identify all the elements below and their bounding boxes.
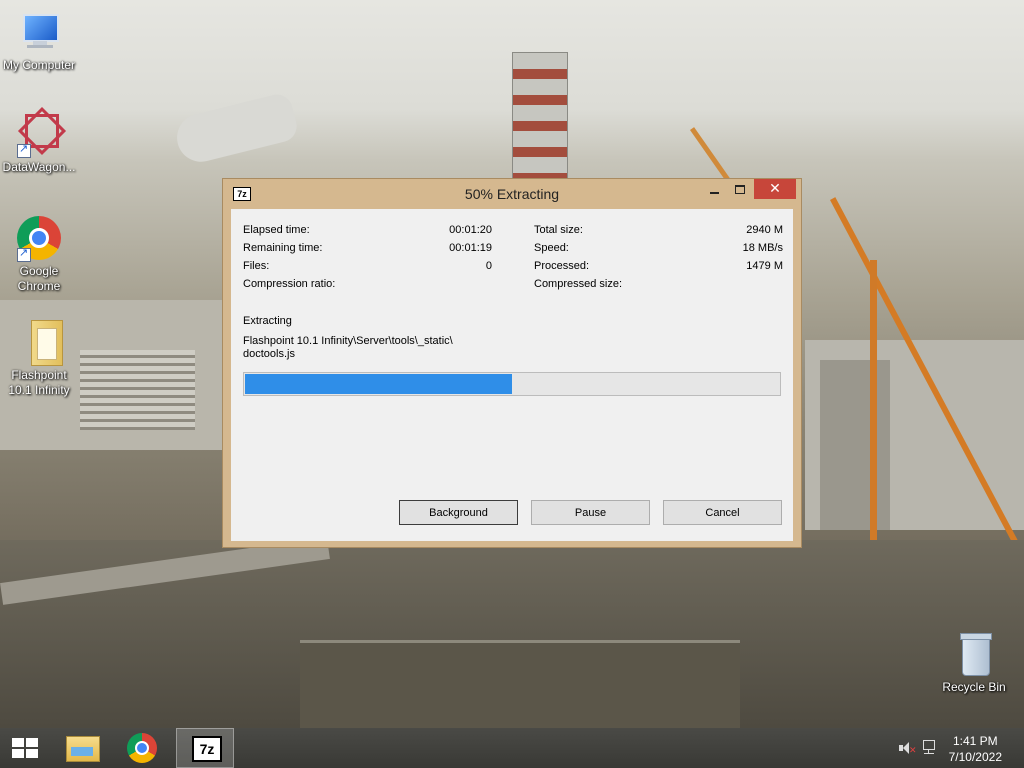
close-icon: ✕ bbox=[769, 180, 781, 196]
start-button[interactable] bbox=[0, 728, 50, 768]
7zip-icon: 7z bbox=[192, 736, 222, 762]
desktop-icon-label: Google Chrome bbox=[17, 264, 61, 293]
computer-icon bbox=[15, 8, 63, 56]
taskbar-chrome[interactable] bbox=[118, 728, 168, 768]
current-file-name: doctools.js bbox=[243, 348, 295, 360]
processed-value: 1479 M bbox=[746, 260, 783, 272]
recycle-bin-icon bbox=[950, 630, 998, 678]
desktop-icon-label: Flashpoint 10.1 Infinity bbox=[8, 368, 70, 397]
tray-volume[interactable]: ✕ bbox=[896, 728, 917, 768]
taskbar: 7z ✕ 1:41 PM 7/10/2022 bbox=[0, 728, 1024, 768]
maximize-button[interactable] bbox=[727, 179, 753, 199]
maximize-icon bbox=[735, 185, 745, 195]
processed-label: Processed: bbox=[534, 260, 590, 272]
desktop-icon-label: My Computer bbox=[2, 58, 76, 72]
network-icon bbox=[923, 740, 937, 754]
file-explorer-icon bbox=[66, 736, 100, 762]
extraction-progress-bar bbox=[243, 372, 781, 396]
desktop-icon-recycle-bin[interactable]: Recycle Bin bbox=[936, 630, 1012, 695]
chimney-tower bbox=[512, 52, 568, 184]
remaining-time-value: 00:01:19 bbox=[449, 242, 492, 254]
desktop-icon-label: Recycle Bin bbox=[942, 680, 1006, 694]
chrome-icon bbox=[15, 214, 63, 262]
total-size-value: 2940 M bbox=[746, 224, 783, 236]
taskbar-7zip[interactable]: 7z bbox=[176, 728, 234, 768]
dialog-body: Elapsed time: 00:01:20 Remaining time: 0… bbox=[231, 209, 793, 541]
desktop-icon-label: DataWagon... bbox=[2, 160, 76, 174]
remaining-time-label: Remaining time: bbox=[243, 242, 323, 254]
chrome-icon bbox=[127, 733, 157, 763]
clock-date: 7/10/2022 bbox=[948, 750, 1002, 764]
files-label: Files: bbox=[243, 260, 270, 272]
elapsed-time-value: 00:01:20 bbox=[449, 224, 492, 236]
building-windows bbox=[80, 350, 195, 430]
dialog-titlebar[interactable]: 7z 50% Extracting ✕ bbox=[223, 179, 801, 208]
desktop-icon-my-computer[interactable]: My Computer bbox=[1, 8, 77, 73]
desktop-icon-datawagon[interactable]: DataWagon... bbox=[1, 106, 77, 175]
total-size-label: Total size: bbox=[534, 224, 583, 236]
desktop-icon-flashpoint[interactable]: Flashpoint 10.1 Infinity bbox=[1, 318, 77, 398]
minimize-icon bbox=[709, 191, 719, 194]
extract-progress-dialog: 7z 50% Extracting ✕ Elapsed time: 00:01:… bbox=[222, 178, 802, 548]
folder-icon bbox=[15, 318, 63, 366]
tray-clock[interactable]: 1:41 PM 7/10/2022 bbox=[949, 733, 1002, 765]
clock-time: 1:41 PM bbox=[952, 734, 998, 748]
taskbar-file-explorer[interactable] bbox=[58, 728, 108, 768]
close-button[interactable]: ✕ bbox=[754, 179, 796, 199]
speed-label: Speed: bbox=[534, 242, 569, 254]
7zip-icon-text: 7z bbox=[199, 741, 215, 757]
start-icon bbox=[12, 738, 38, 758]
cancel-button[interactable]: Cancel bbox=[663, 500, 782, 525]
compressed-size-label: Compressed size: bbox=[534, 278, 623, 290]
building-right-tower bbox=[820, 360, 890, 530]
background-button[interactable]: Background bbox=[399, 500, 518, 525]
compression-ratio-label: Compression ratio: bbox=[243, 278, 336, 290]
speed-value: 18 MB/s bbox=[742, 242, 783, 254]
elapsed-time-label: Elapsed time: bbox=[243, 224, 310, 236]
operation-status-label: Extracting bbox=[243, 315, 292, 327]
pause-button[interactable]: Pause bbox=[531, 500, 650, 525]
volume-muted-icon: ✕ bbox=[899, 742, 917, 755]
roof-block bbox=[300, 640, 740, 728]
tray-network[interactable] bbox=[920, 728, 942, 768]
minimize-button[interactable] bbox=[701, 179, 727, 199]
airship-shape bbox=[171, 91, 301, 167]
files-value: 0 bbox=[485, 260, 492, 272]
datawagon-icon bbox=[15, 106, 67, 158]
progress-fill bbox=[245, 374, 512, 394]
desktop-icon-google-chrome[interactable]: Google Chrome bbox=[1, 214, 77, 294]
current-file-path: Flashpoint 10.1 Infinity\Server\tools\_s… bbox=[243, 335, 453, 347]
